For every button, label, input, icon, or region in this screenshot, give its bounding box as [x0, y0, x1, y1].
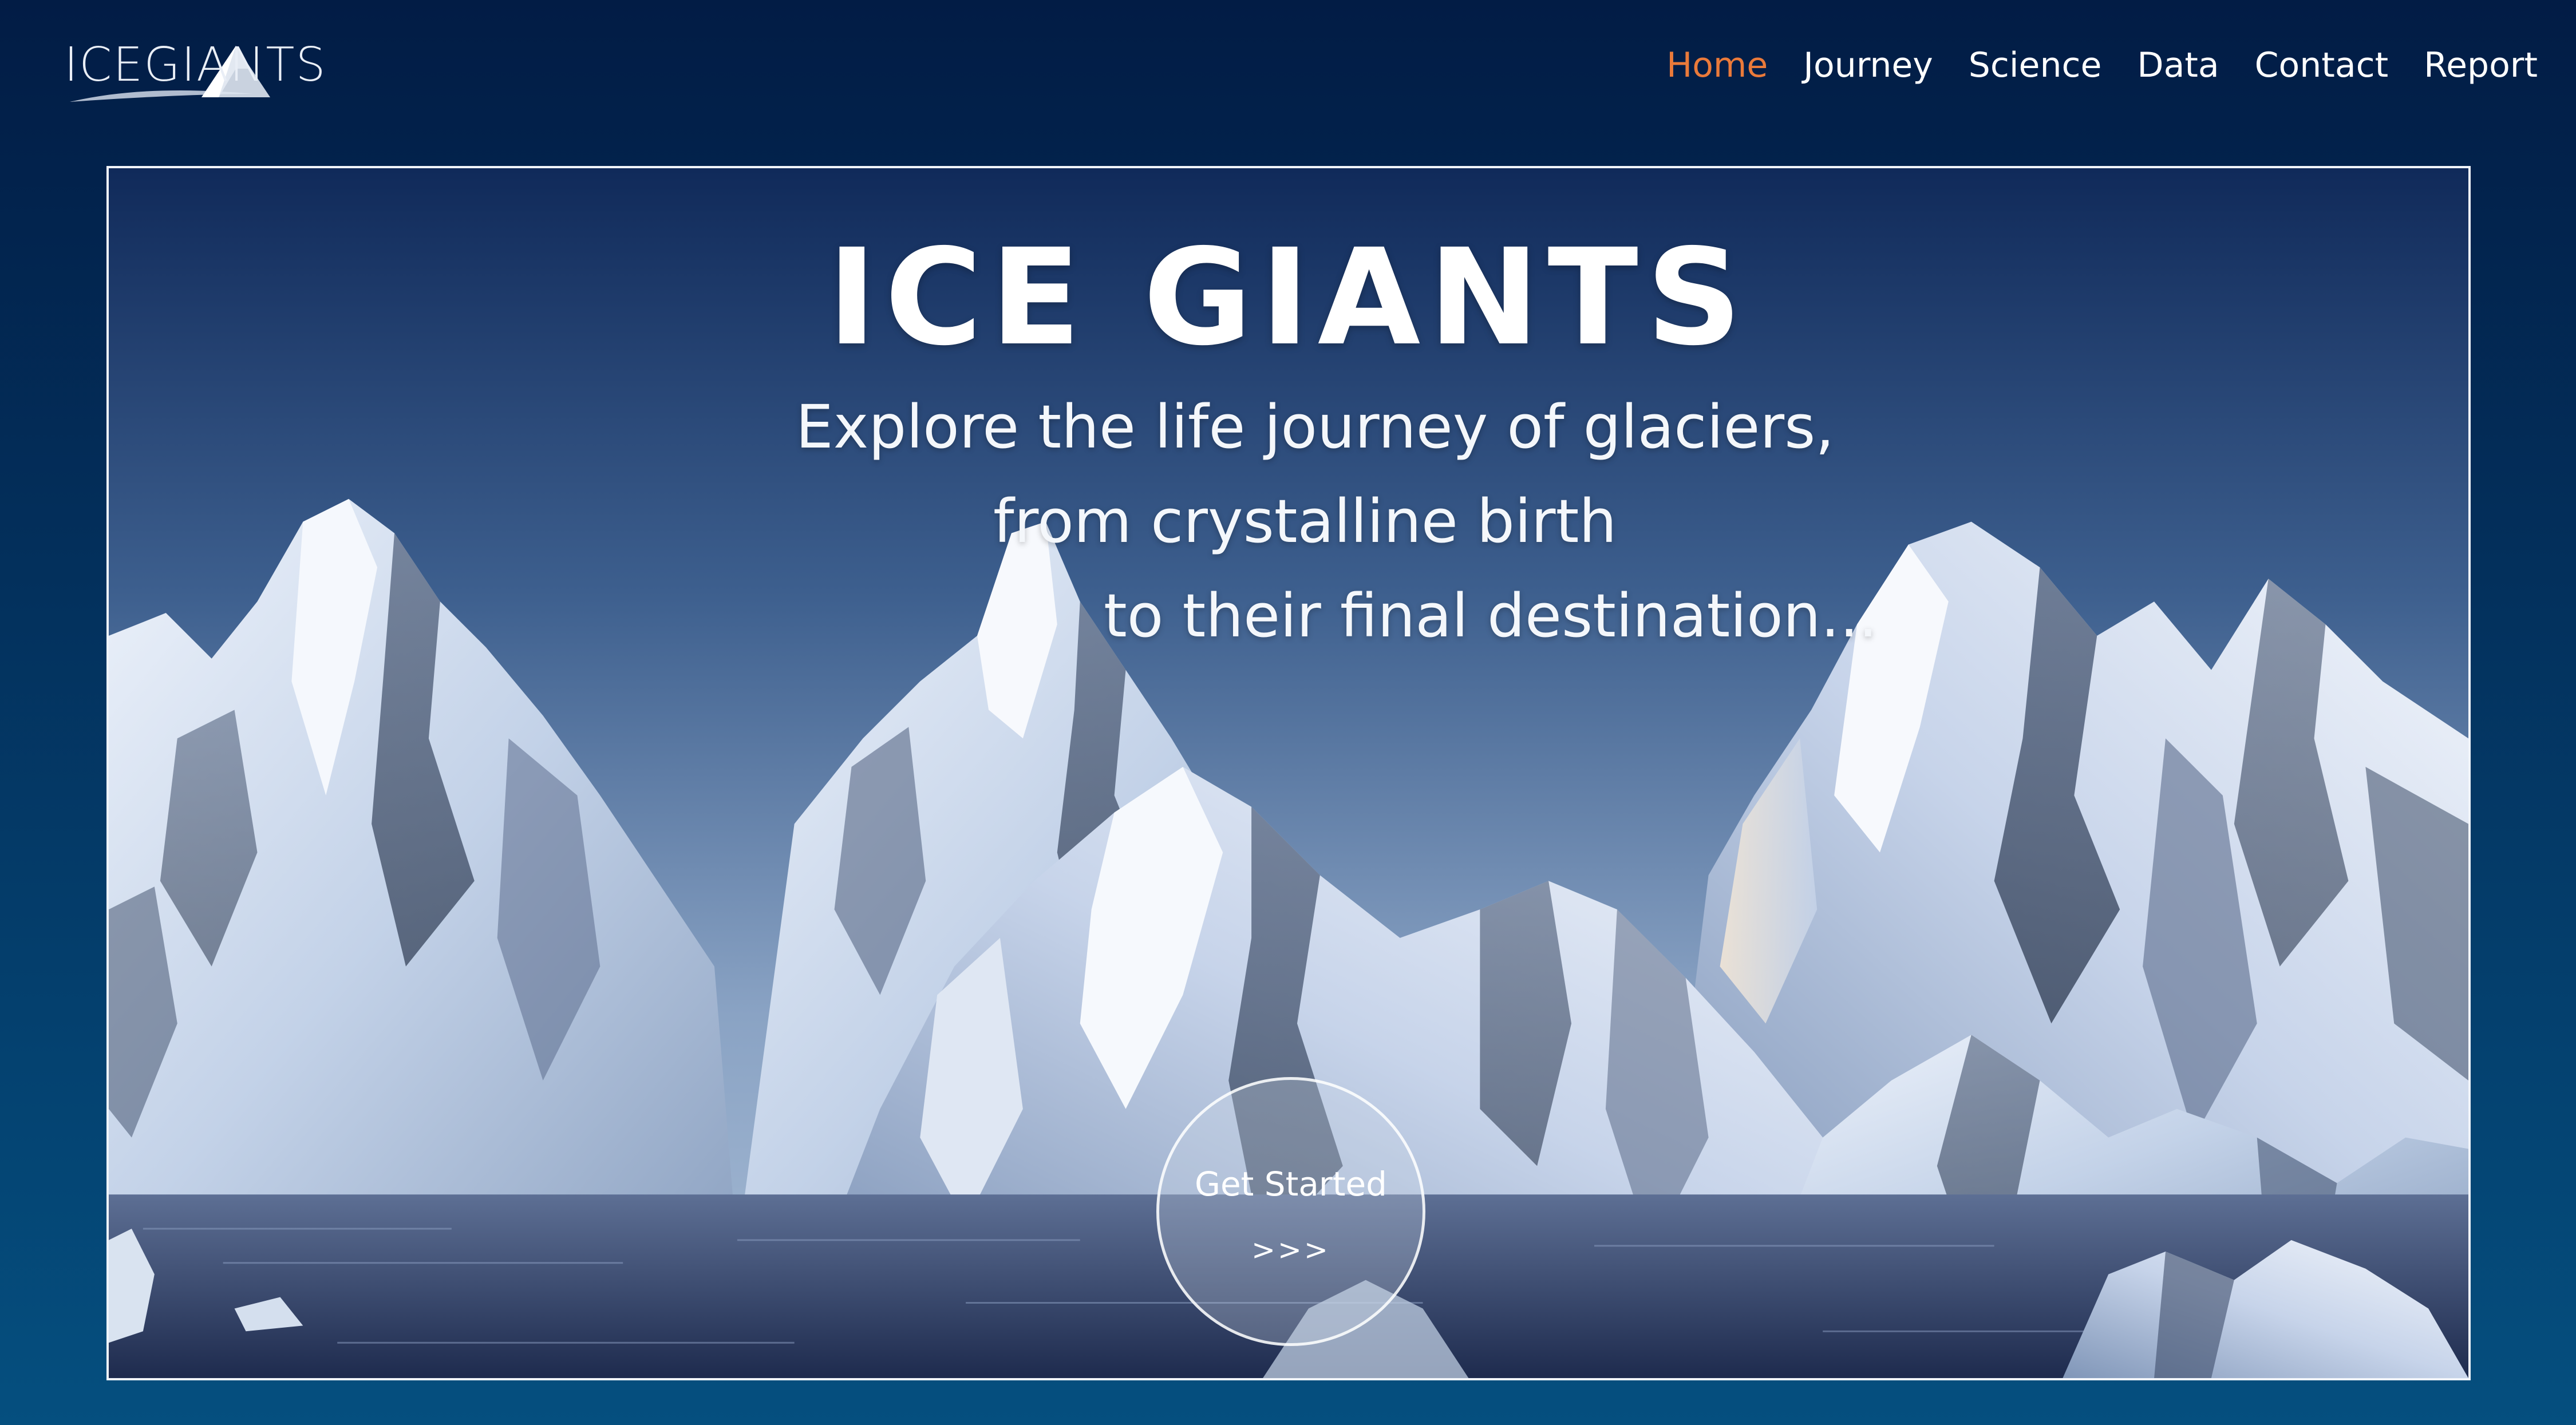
nav-home[interactable]: Home: [1649, 43, 1785, 87]
get-started-button[interactable]: Get Started >>>: [1156, 1077, 1425, 1346]
logo-text: ICEGIANTS: [64, 38, 327, 92]
nav-report[interactable]: Report: [2406, 43, 2555, 87]
hero-title: ICE GIANTS: [827, 220, 1750, 375]
hero-subtitle-line-3: to their final destination...: [1104, 581, 1878, 651]
arrow-right-icon: >>>: [1251, 1233, 1330, 1266]
main-nav: Home Journey Science Data Contact Report: [1649, 43, 2555, 87]
hero-subtitle-line-2: from crystalline birth: [993, 486, 1617, 556]
get-started-label: Get Started: [1195, 1165, 1387, 1204]
hero-banner: ICE GIANTS Explore the life journey of g…: [106, 166, 2471, 1380]
nav-journey[interactable]: Journey: [1785, 43, 1951, 87]
site-logo[interactable]: ICEGIANTS: [64, 34, 326, 109]
hero-subtitle-line-1: Explore the life journey of glaciers,: [796, 392, 1835, 462]
nav-contact[interactable]: Contact: [2237, 43, 2406, 87]
nav-science[interactable]: Science: [1951, 43, 2120, 87]
nav-data[interactable]: Data: [2119, 43, 2237, 87]
